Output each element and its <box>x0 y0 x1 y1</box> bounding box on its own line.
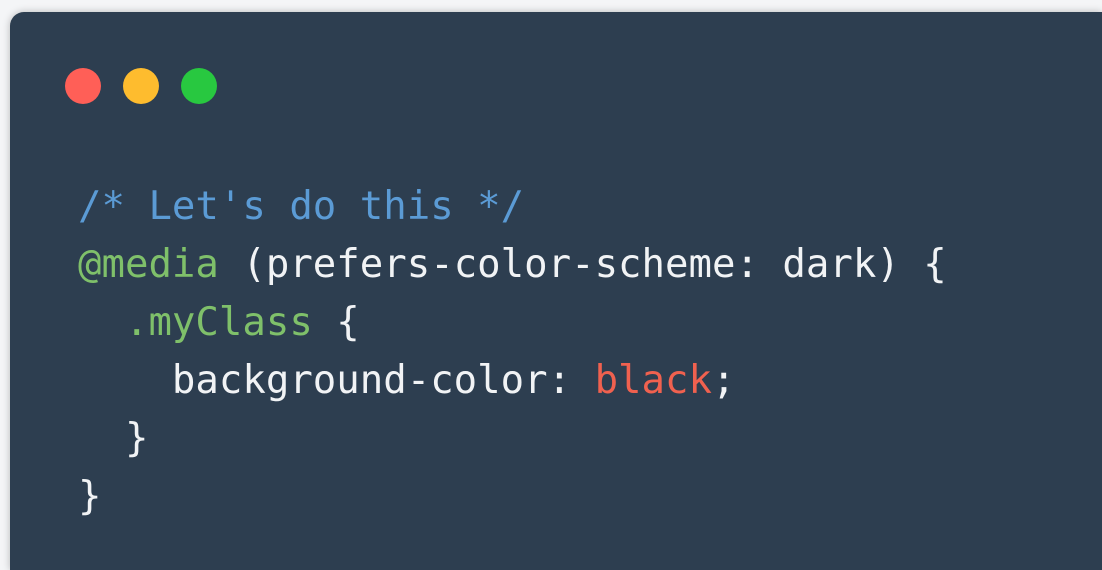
semicolon: ; <box>711 358 736 403</box>
css-value: black <box>594 358 712 403</box>
code-line-5: } <box>78 410 947 468</box>
minimize-dot-icon[interactable] <box>123 68 159 104</box>
open-brace: { <box>312 300 360 345</box>
code-line-4: background-color: black; <box>78 352 947 410</box>
maximize-dot-icon[interactable] <box>181 68 217 104</box>
code-line-1: /* Let's do this */ <box>78 178 947 236</box>
media-query: (prefers-color-scheme: dark) { <box>218 242 947 287</box>
code-comment: /* Let's do this */ <box>78 184 525 229</box>
code-block: /* Let's do this */ @media (prefers-color… <box>78 178 947 526</box>
css-property: background-color: <box>171 358 595 403</box>
class-selector: .myClass <box>124 300 313 345</box>
code-line-2: @media (prefers-color-scheme: dark) { <box>78 236 947 294</box>
code-line-6: } <box>78 468 947 526</box>
close-dot-icon[interactable] <box>65 68 101 104</box>
close-brace: } <box>78 474 102 519</box>
code-window: /* Let's do this */ @media (prefers-color… <box>10 12 1102 570</box>
at-rule-keyword: @media <box>78 242 219 287</box>
close-brace: } <box>78 416 149 461</box>
code-line-3: .myClass { <box>78 294 947 352</box>
